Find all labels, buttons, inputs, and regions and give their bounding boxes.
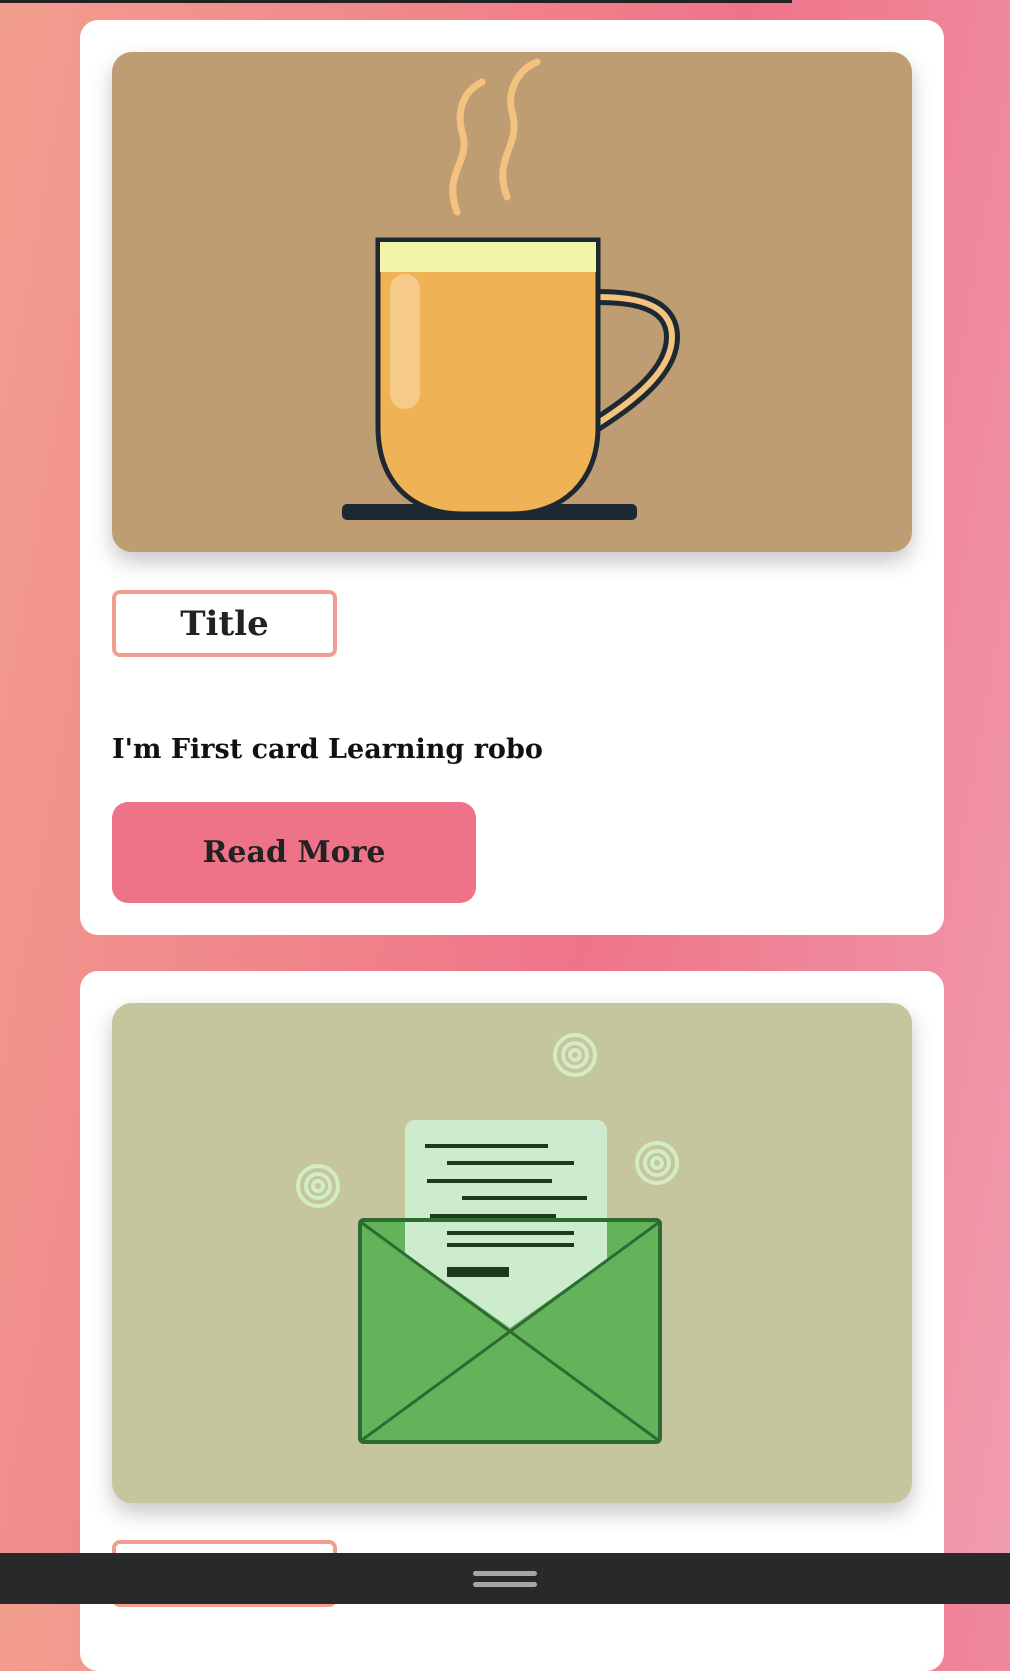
progress-line	[0, 0, 792, 3]
card-image-coffee	[112, 52, 912, 552]
coffee-mug-icon	[342, 58, 681, 520]
drag-handle-icon[interactable]	[473, 1570, 537, 1587]
bottom-navigation-bar	[0, 1553, 1010, 1604]
read-more-button[interactable]: Read More	[112, 802, 476, 903]
card-title: Title	[112, 590, 337, 657]
envelope-letter-icon	[296, 1033, 679, 1444]
card-image-envelope	[112, 1003, 912, 1503]
card-1: Title I'm First card Learning robo Read …	[80, 20, 944, 935]
card-description: I'm First card Learning robo	[112, 734, 543, 765]
